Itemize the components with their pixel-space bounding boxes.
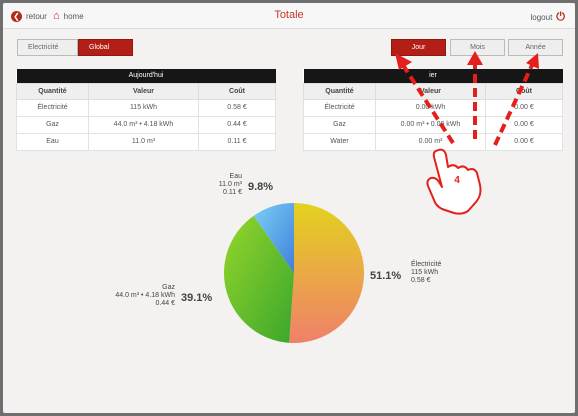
tutorial-annotation: 4 [395, 51, 539, 215]
step-number: 4 [454, 175, 460, 186]
arrow-to-annee [493, 62, 535, 146]
arrow-to-jour [401, 63, 455, 145]
screenshot-frame: ❮ retour ⌂ home Totale logout ⏻ Electric… [0, 0, 578, 416]
app-screen: ❮ retour ⌂ home Totale logout ⏻ Electric… [3, 3, 575, 413]
pointing-hand-icon: 4 [426, 148, 482, 215]
arrowhead-mois-icon [467, 51, 483, 65]
